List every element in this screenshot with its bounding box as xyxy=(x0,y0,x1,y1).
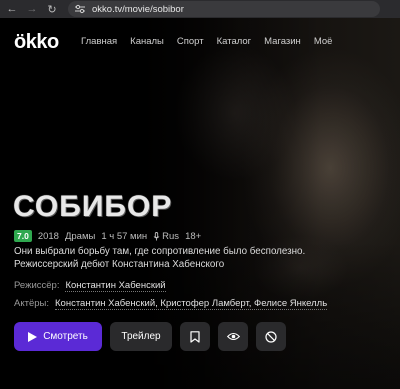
reload-icon[interactable]: ↻ xyxy=(44,1,60,17)
director-row: Режиссёр: Константин Хабенский xyxy=(14,280,166,292)
actors-label: Актёры: xyxy=(14,298,49,309)
bookmark-icon xyxy=(190,330,200,343)
menu-item-home[interactable]: Главная xyxy=(81,36,117,47)
back-arrow-icon[interactable]: ← xyxy=(4,1,20,17)
movie-title: СОБИБОР xyxy=(13,190,173,223)
trailer-button-label: Трейлер xyxy=(121,331,161,342)
watched-button[interactable] xyxy=(218,322,248,351)
actors-links[interactable]: Константин Хабенский, Кристофер Ламберт,… xyxy=(55,298,328,310)
actors-row: Актёры: Константин Хабенский, Кристофер … xyxy=(14,298,328,310)
eye-icon xyxy=(226,332,240,341)
movie-genre: Драмы xyxy=(64,230,96,242)
movie-description: Они выбрали борьбу там, где сопротивлени… xyxy=(14,246,306,270)
menu-item-store[interactable]: Магазин xyxy=(264,36,301,47)
menu-item-channels[interactable]: Каналы xyxy=(130,36,164,47)
address-bar[interactable]: okko.tv/movie/sobibor xyxy=(68,1,380,17)
menu-item-catalog[interactable]: Каталог xyxy=(217,36,252,47)
trailer-button[interactable]: Трейлер xyxy=(110,322,172,351)
url-text: okko.tv/movie/sobibor xyxy=(92,3,184,15)
director-link[interactable]: Константин Хабенский xyxy=(65,280,166,292)
bookmark-button[interactable] xyxy=(180,322,210,351)
menu-item-sport[interactable]: Спорт xyxy=(177,36,204,47)
age-rating: 18+ xyxy=(185,230,202,242)
not-interested-button[interactable] xyxy=(256,322,286,351)
okko-logo[interactable]: ökko xyxy=(14,31,59,54)
block-icon xyxy=(265,330,277,343)
director-label: Режиссёр: xyxy=(14,280,60,291)
main-menu: Главная Каналы Спорт Каталог Магазин Моё xyxy=(81,36,332,47)
browser-toolbar: ← → ↻ okko.tv/movie/sobibor xyxy=(0,0,400,18)
site-header: ökko Главная Каналы Спорт Каталог Магази… xyxy=(0,18,400,66)
movie-duration: 1 ч 57 мин xyxy=(101,230,148,242)
forward-arrow-icon[interactable]: → xyxy=(24,1,40,17)
movie-year: 2018 xyxy=(37,230,59,242)
action-buttons: Смотреть Трейлер xyxy=(14,322,286,351)
movie-hero: ökko Главная Каналы Спорт Каталог Магази… xyxy=(0,18,400,389)
audio-language: Rus xyxy=(162,230,180,242)
watch-button[interactable]: Смотреть xyxy=(14,322,102,351)
menu-item-mine[interactable]: Моё xyxy=(314,36,333,47)
audio-icon xyxy=(153,231,160,240)
rating-badge: 7.0 xyxy=(14,230,32,242)
audio-info: Rus xyxy=(153,231,179,242)
site-settings-icon[interactable] xyxy=(74,4,86,14)
movie-meta: 7.0 2018 Драмы 1 ч 57 мин Rus 18+ xyxy=(14,230,201,242)
play-icon xyxy=(28,331,38,342)
watch-button-label: Смотреть xyxy=(43,331,88,342)
